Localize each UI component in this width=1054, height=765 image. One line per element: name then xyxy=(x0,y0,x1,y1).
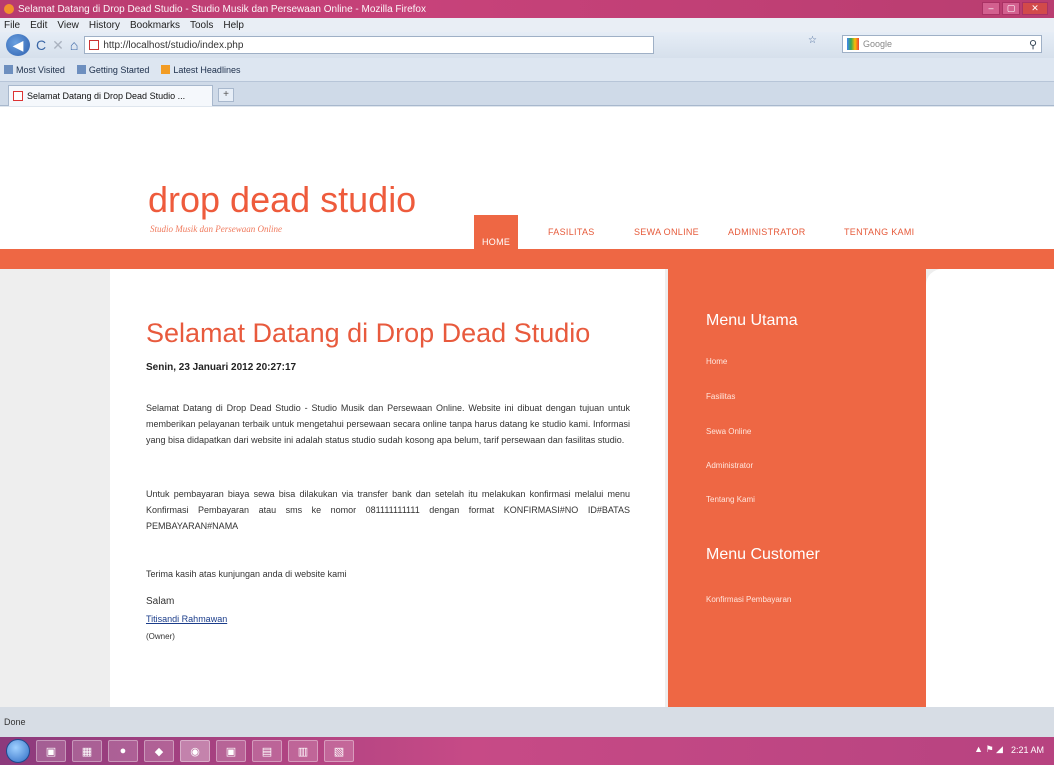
search-input[interactable]: Google ⚲ xyxy=(842,35,1042,53)
tab-favicon-icon xyxy=(13,91,23,101)
sidebar-link-tentang-kami[interactable]: Tentang Kami xyxy=(706,495,755,504)
sidebar-link-fasilitas[interactable]: Fasilitas xyxy=(706,392,735,401)
search-icon[interactable]: ⚲ xyxy=(1029,38,1037,51)
address-url[interactable]: http://localhost/studio/index.php xyxy=(103,40,243,51)
sidebar-link-sewa-online[interactable]: Sewa Online xyxy=(706,427,751,436)
sidebar-panel xyxy=(668,269,926,707)
window-title: Selamat Datang di Drop Dead Studio - Stu… xyxy=(18,3,426,15)
clock[interactable]: 2:21 AM xyxy=(1011,745,1044,755)
start-button[interactable] xyxy=(6,739,30,763)
maximize-button[interactable]: ▢ xyxy=(1002,2,1020,15)
taskbar: ▣ ▦ ● ◆ ◉ ▣ ▤ ▥ ▧ ▲ ⚑ ◢ 2:21 AM xyxy=(0,737,1054,765)
site-logo[interactable]: drop dead studio xyxy=(148,179,416,221)
nav-administrator[interactable]: ADMINISTRATOR xyxy=(720,215,814,249)
tab-label: Selamat Datang di Drop Dead Studio ... xyxy=(27,91,186,101)
payment-paragraph: Untuk pembayaran biaya sewa bisa dilakuk… xyxy=(146,489,630,531)
menu-view[interactable]: View xyxy=(57,20,79,31)
menu-history[interactable]: History xyxy=(89,20,120,31)
bookmark-label: Most Visited xyxy=(16,64,65,75)
bookmark-latest-headlines[interactable]: Latest Headlines xyxy=(161,65,240,75)
taskbar-media-icon[interactable]: ▦ xyxy=(72,740,102,762)
taskbar-app-icon[interactable]: ▤ xyxy=(252,740,282,762)
sidebar-link-administrator[interactable]: Administrator xyxy=(706,461,753,470)
menu-tools[interactable]: Tools xyxy=(190,20,213,31)
signature-role: (Owner) xyxy=(146,632,175,641)
search-placeholder: Google xyxy=(863,39,893,49)
bookmark-star-icon[interactable]: ☆ xyxy=(808,35,817,46)
window-titlebar: Selamat Datang di Drop Dead Studio - Stu… xyxy=(0,0,1054,18)
right-gutter xyxy=(926,269,1054,707)
stop-button[interactable]: ✕ xyxy=(52,37,64,54)
signature-salutation: Salam xyxy=(146,596,175,607)
back-button[interactable]: ◀ xyxy=(6,34,30,56)
signature-name-link[interactable]: Titisandi Rahmawan xyxy=(146,614,227,624)
menu-bar: File Edit View History Bookmarks Tools H… xyxy=(0,18,1054,32)
nav-fasilitas[interactable]: FASILITAS xyxy=(540,215,603,249)
menu-file[interactable]: File xyxy=(4,20,20,31)
close-button[interactable]: ✕ xyxy=(1022,2,1048,15)
sidebar-heading-menu-customer: Menu Customer xyxy=(706,546,820,563)
nav-tentang-kami[interactable]: TENTANG KAMI xyxy=(836,215,922,249)
taskbar-app-icon[interactable]: ▥ xyxy=(288,740,318,762)
taskbar-app-icon[interactable]: ▣ xyxy=(216,740,246,762)
tray-icons[interactable]: ▲ ⚑ ◢ xyxy=(974,744,1003,755)
bookmark-label: Getting Started xyxy=(88,64,150,75)
intro-paragraph: Selamat Datang di Drop Dead Studio - Stu… xyxy=(146,403,630,445)
bookmark-most-visited[interactable]: Most Visited xyxy=(4,65,65,75)
minimize-button[interactable]: – xyxy=(982,2,1000,15)
site-nav-strip xyxy=(0,249,1054,269)
taskbar-explorer-icon[interactable]: ▣ xyxy=(36,740,66,762)
taskbar-app-icon[interactable]: ▧ xyxy=(324,740,354,762)
sidebar-link-home[interactable]: Home xyxy=(706,357,727,366)
nav-sewa-online[interactable]: SEWA ONLINE xyxy=(626,215,707,249)
taskbar-firefox-icon[interactable]: ◉ xyxy=(180,740,210,762)
bookmark-icon xyxy=(4,65,13,74)
nav-home[interactable]: HOME xyxy=(474,215,519,269)
bookmark-label: Latest Headlines xyxy=(173,64,241,75)
rss-icon xyxy=(161,65,171,74)
bookmark-getting-started[interactable]: Getting Started xyxy=(76,64,150,75)
menu-bookmarks[interactable]: Bookmarks xyxy=(130,20,180,31)
menu-help[interactable]: Help xyxy=(223,20,244,31)
new-tab-button[interactable]: + xyxy=(218,88,234,102)
sidebar-link-konfirmasi[interactable]: Konfirmasi Pembayaran xyxy=(706,595,791,604)
home-button[interactable]: ⌂ xyxy=(70,37,78,53)
taskbar-app-icon[interactable]: ● xyxy=(108,740,138,762)
navigation-toolbar: ◀ C ✕ ⌂ http://localhost/studio/index.ph… xyxy=(0,32,1054,58)
window-controls: – ▢ ✕ xyxy=(982,2,1048,15)
system-tray: ▲ ⚑ ◢ 2:21 AM xyxy=(974,744,1044,755)
taskbar-app-icon[interactable]: ◆ xyxy=(144,740,174,762)
post-date: Senin, 23 Januari 2012 20:27:17 xyxy=(146,362,297,373)
status-bar: Done xyxy=(0,707,1054,737)
reload-button[interactable]: C xyxy=(36,37,46,53)
bookmarks-toolbar: Most Visited Getting Started Latest Head… xyxy=(0,58,1054,82)
site-tagline: Studio Musik dan Persewaan Online xyxy=(150,224,282,234)
browser-tab[interactable]: Selamat Datang di Drop Dead Studio ... xyxy=(8,85,213,106)
firefox-icon xyxy=(4,4,14,14)
page-favicon-icon xyxy=(89,40,100,50)
menu-edit[interactable]: Edit xyxy=(30,20,47,31)
sidebar-heading-menu-utama: Menu Utama xyxy=(706,312,798,329)
bookmark-icon xyxy=(76,65,86,74)
tab-strip: Selamat Datang di Drop Dead Studio ... + xyxy=(0,82,1054,106)
status-text: Done xyxy=(4,717,26,727)
thanks-paragraph: Terima kasih atas kunjungan anda di webs… xyxy=(146,569,347,579)
google-icon xyxy=(847,38,859,50)
address-bar[interactable]: http://localhost/studio/index.php xyxy=(84,36,655,54)
page-title: Selamat Datang di Drop Dead Studio xyxy=(146,318,591,348)
